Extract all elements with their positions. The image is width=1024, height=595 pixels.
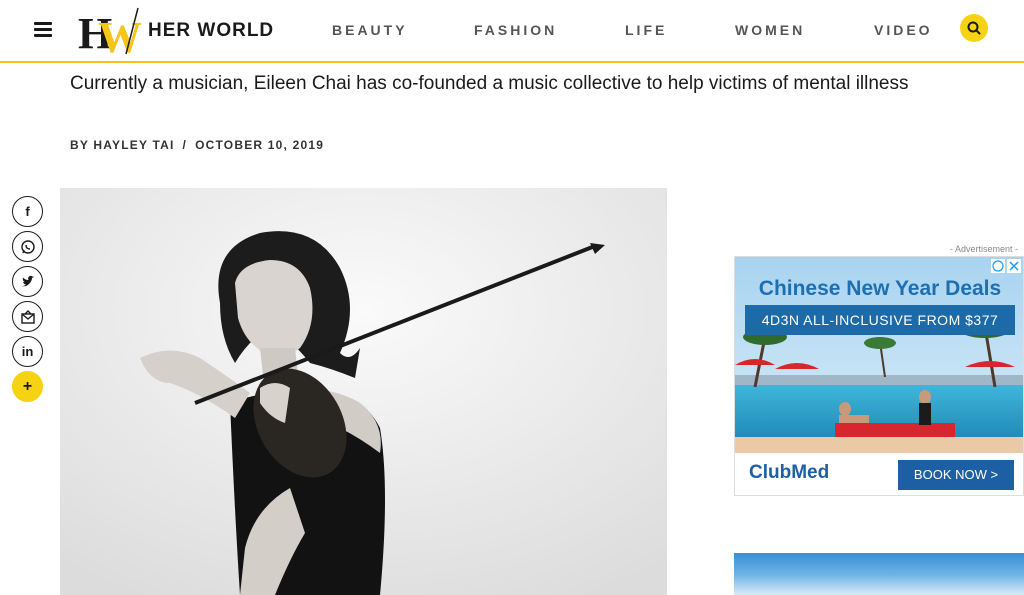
linkedin-icon: in (21, 344, 34, 359)
violinist-photo (60, 188, 667, 595)
advertisement-label: - Advertisement - (950, 244, 1019, 254)
plus-icon: + (22, 377, 33, 395)
search-icon (967, 21, 981, 35)
nav-women[interactable]: WOMEN (735, 22, 805, 38)
whatsapp-icon (20, 239, 35, 254)
twitter-icon (21, 275, 34, 286)
facebook-share-button[interactable]: f (12, 196, 43, 227)
author[interactable]: BY HAYLEY TAI (70, 138, 175, 152)
twitter-share-button[interactable] (12, 266, 43, 297)
search-button[interactable] (960, 14, 988, 42)
email-share-button[interactable] (12, 301, 43, 332)
byline-separator: / (182, 138, 188, 152)
ad-offer-banner: 4D3N ALL-INCLUSIVE FROM $377 (745, 305, 1015, 335)
linkedin-share-button[interactable]: in (12, 336, 43, 367)
share-bar: f in + (12, 196, 44, 406)
byline: BY HAYLEY TAI / OCTOBER 10, 2019 (70, 138, 324, 152)
main-nav: BEAUTY FASHION LIFE WOMEN VIDEO (0, 22, 1024, 42)
more-share-button[interactable]: + (12, 371, 43, 402)
article-subtitle: Currently a musician, Eileen Chai has co… (70, 73, 909, 94)
site-header: H W HER WORLD BEAUTY FASHION LIFE WOMEN … (0, 0, 1024, 63)
email-icon (20, 309, 35, 324)
nav-video[interactable]: VIDEO (874, 22, 933, 38)
whatsapp-share-button[interactable] (12, 231, 43, 262)
ad-headline: Chinese New Year Deals (758, 277, 1002, 300)
book-now-button[interactable]: BOOK NOW > (898, 460, 1014, 490)
clubmed-ad[interactable]: Chinese New Year Deals 4D3N ALL-INCLUSIV… (734, 256, 1024, 496)
nav-fashion[interactable]: FASHION (474, 22, 557, 38)
nav-life[interactable]: LIFE (625, 22, 667, 38)
ad-footer: ClubMed BOOK NOW > (735, 453, 1023, 495)
second-ad-image[interactable] (734, 553, 1024, 595)
nav-beauty[interactable]: BEAUTY (332, 22, 408, 38)
hero-image (60, 188, 667, 595)
facebook-icon: f (25, 204, 30, 219)
clubmed-logo: ClubMed (749, 462, 830, 483)
ad-info-close-icon[interactable] (991, 259, 1021, 273)
publish-date: OCTOBER 10, 2019 (195, 138, 325, 152)
